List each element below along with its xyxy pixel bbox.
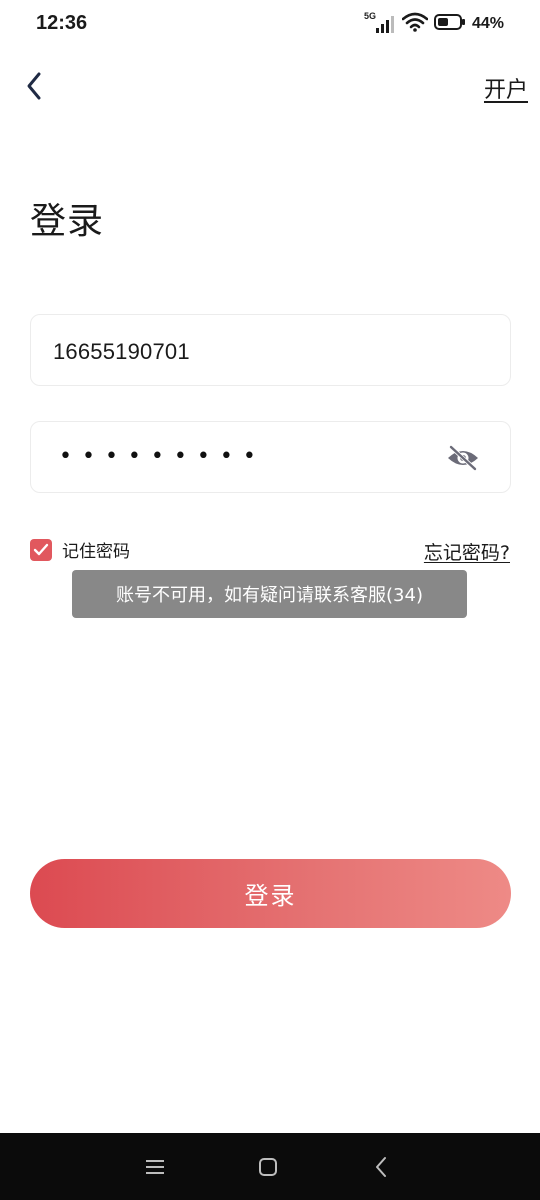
remember-label: 记住密码 [62,542,130,562]
open-account-link[interactable]: 开户 [484,72,528,104]
home-icon[interactable] [254,1153,282,1181]
page-title: 登录 [30,201,105,242]
phone-input[interactable]: 16655190701 [30,314,511,386]
remember-password-row[interactable]: 记住密码 [30,537,130,562]
network-type-label: 5G [363,11,376,21]
chevron-left-icon [27,72,41,100]
toast-message: 账号不可用，如有疑问请联系客服(34) [72,570,467,618]
system-nav-bar [0,1133,540,1200]
status-time: 12:36 [36,12,88,34]
login-button[interactable]: 登录 [30,859,511,928]
wifi-icon [401,12,429,36]
phone-value[interactable]: 16655190701 [53,339,190,365]
eye-hidden-icon[interactable] [446,444,480,472]
password-value[interactable]: ••••••••• [59,444,266,469]
forgot-password-link[interactable]: 忘记密码? [424,538,510,565]
signal-icon: 5G [364,11,396,35]
battery-icon [433,13,466,35]
battery-percent: 44% [471,15,504,32]
menu-icon[interactable] [141,1153,169,1181]
password-input[interactable]: ••••••••• [30,421,511,493]
status-bar: 12:36 5G 44% [0,0,540,48]
checkmark-icon [33,543,49,555]
back-button[interactable] [18,68,50,104]
status-icons: 5G 44% [364,11,504,36]
back-icon[interactable] [367,1153,395,1181]
remember-checkbox[interactable] [30,538,52,561]
